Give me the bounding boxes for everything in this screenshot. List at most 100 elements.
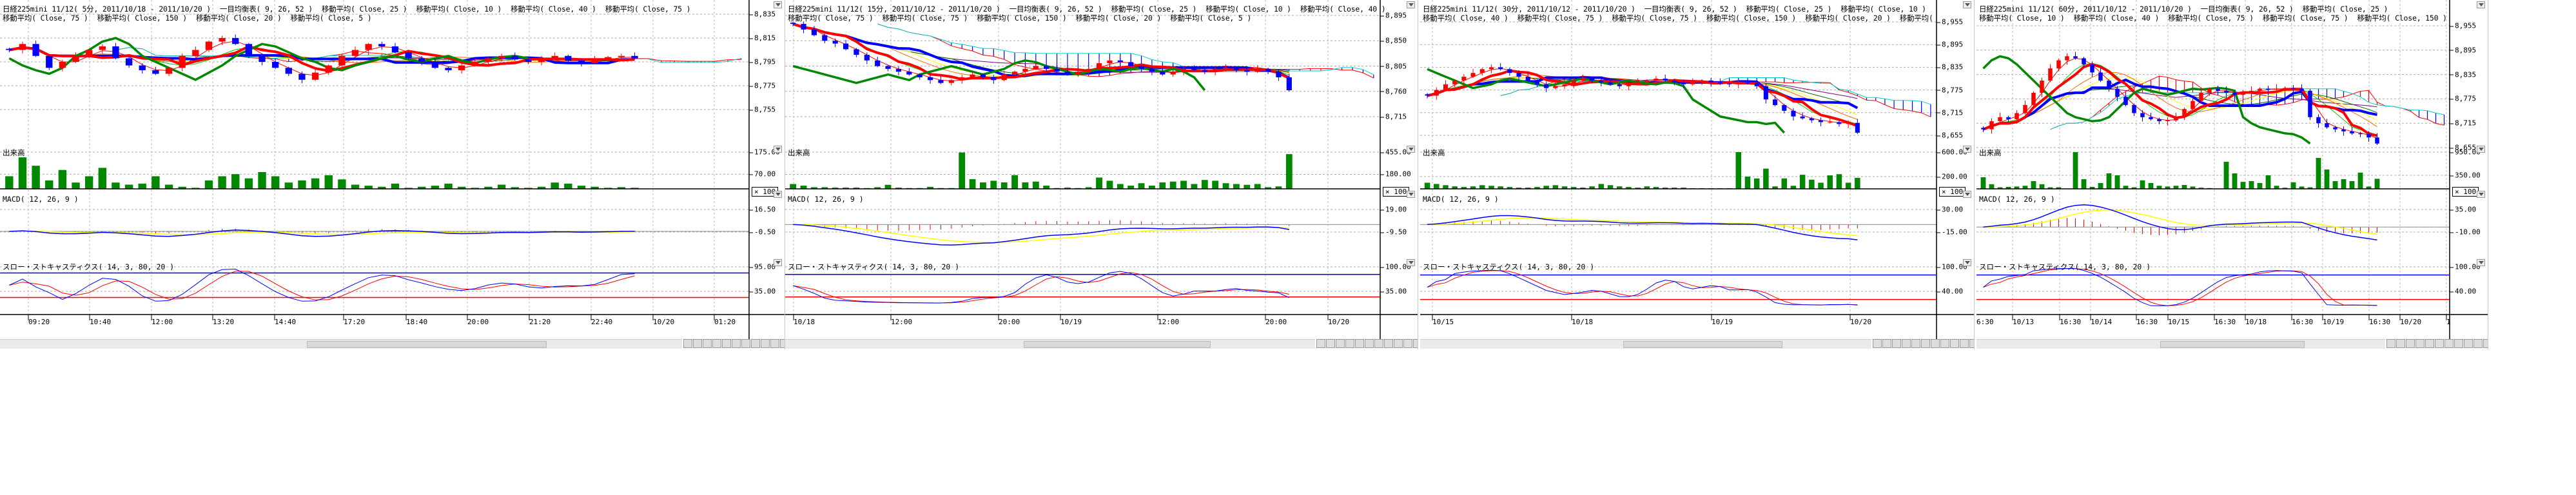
horizontal-scrollbar[interactable]	[1420, 339, 1871, 349]
toolbar-button[interactable]	[693, 339, 702, 348]
candle	[1425, 94, 1430, 96]
toolbar-button[interactable]	[761, 339, 770, 348]
chart-canvas[interactable]	[785, 0, 1418, 349]
scrollbar-thumb[interactable]	[307, 341, 547, 348]
toolbar-button[interactable]	[741, 339, 750, 348]
pane-menu-dropdown-icon[interactable]	[1963, 259, 1971, 266]
candle	[2266, 88, 2270, 90]
macd-pane-label: MACD( 12, 26, 9 )	[788, 195, 864, 204]
toolbar-button[interactable]	[2425, 339, 2434, 348]
macd-tick-label: -0.50	[749, 228, 776, 237]
toolbar-button[interactable]	[1902, 339, 1911, 348]
toolbar-button[interactable]	[2464, 339, 2473, 348]
toolbar-button[interactable]	[2444, 339, 2454, 348]
pane-menu-dropdown-icon[interactable]	[2477, 191, 2485, 198]
chart-canvas[interactable]	[0, 0, 785, 349]
volume-bar	[1180, 180, 1187, 189]
volume-bar	[2349, 181, 2355, 189]
candle	[152, 70, 159, 74]
toolbar-button[interactable]	[2435, 339, 2444, 348]
pane-menu-dropdown-icon[interactable]	[1407, 259, 1415, 266]
stoch-d-line	[1983, 268, 2377, 306]
pane-menu-dropdown-icon[interactable]	[2477, 1, 2485, 8]
toolbar-button[interactable]	[2474, 339, 2483, 348]
toolbar-button[interactable]	[1365, 339, 1374, 348]
candle	[1809, 118, 1814, 121]
pane-menu-dropdown-icon[interactable]	[2477, 259, 2485, 266]
pane-menu-dropdown-icon[interactable]	[1963, 191, 1971, 198]
toolbar-button[interactable]	[683, 339, 692, 348]
toolbar-button[interactable]	[1326, 339, 1335, 348]
candle	[1626, 84, 1631, 86]
candle	[205, 41, 213, 50]
toolbar-button[interactable]	[1394, 339, 1403, 348]
time-axis-label: 21:20	[529, 318, 551, 326]
toolbar-button[interactable]	[2415, 339, 2425, 348]
pane-menu-dropdown-icon[interactable]	[1407, 191, 1415, 198]
toolbar-button[interactable]	[1413, 339, 1418, 348]
pane-menu-dropdown-icon[interactable]	[774, 259, 782, 266]
scrollbar-thumb[interactable]	[2160, 341, 2305, 348]
pane-menu-dropdown-icon[interactable]	[2477, 146, 2485, 153]
stoch-pane-label: スロー・ストキャスティクス( 14, 3, 80, 20 )	[788, 262, 960, 271]
candle	[618, 55, 625, 57]
toolbar-button[interactable]	[1403, 339, 1412, 348]
toolbar-button[interactable]	[1892, 339, 1901, 348]
toolbar-button[interactable]	[1911, 339, 1920, 348]
toolbar-button[interactable]	[770, 339, 779, 348]
horizontal-scrollbar[interactable]	[0, 339, 682, 349]
toolbar-button[interactable]	[1969, 339, 1974, 348]
toolbar-button[interactable]	[1374, 339, 1383, 348]
toolbar-button[interactable]	[2406, 339, 2415, 348]
volume-bar	[1836, 174, 1842, 189]
toolbar-button[interactable]	[1940, 339, 1949, 348]
toolbar-button[interactable]	[2483, 339, 2488, 348]
toolbar-button[interactable]	[722, 339, 731, 348]
toolbar-button[interactable]	[1384, 339, 1393, 348]
volume-bar	[1233, 184, 1240, 189]
volume-bar	[551, 182, 559, 189]
volume-bar	[969, 179, 976, 189]
horizontal-scrollbar[interactable]	[785, 339, 1315, 349]
toolbar-button[interactable]	[1931, 339, 1940, 348]
toolbar-button[interactable]	[2386, 339, 2395, 348]
toolbar-button[interactable]	[751, 339, 760, 348]
toolbar-button[interactable]	[712, 339, 721, 348]
chart-canvas[interactable]	[1976, 0, 2488, 349]
toolbar-button[interactable]	[1950, 339, 1959, 348]
volume-bar	[2324, 170, 2330, 189]
candle	[1488, 67, 1494, 70]
pane-menu-dropdown-icon[interactable]	[1963, 1, 1971, 8]
toolbar-button[interactable]	[1921, 339, 1930, 348]
volume-bar	[1254, 184, 1261, 189]
toolbar-button[interactable]	[1355, 339, 1364, 348]
candle	[1223, 68, 1229, 69]
chart-canvas[interactable]	[1420, 0, 1975, 349]
pane-menu-dropdown-icon[interactable]	[1407, 146, 1415, 153]
toolbar-button[interactable]	[1336, 339, 1345, 348]
volume-bar	[58, 170, 67, 189]
candle	[245, 44, 253, 56]
toolbar-button[interactable]	[1345, 339, 1354, 348]
scrollbar-thumb[interactable]	[1623, 341, 1782, 348]
scrollbar-thumb[interactable]	[1023, 341, 1211, 348]
pane-menu-dropdown-icon[interactable]	[774, 146, 782, 153]
volume-bar	[800, 185, 807, 189]
candle	[1470, 73, 1476, 77]
toolbar-button[interactable]	[780, 339, 785, 348]
toolbar-button[interactable]	[703, 339, 712, 348]
toolbar-button[interactable]	[1873, 339, 1882, 348]
toolbar-button[interactable]	[732, 339, 741, 348]
toolbar-button[interactable]	[2396, 339, 2405, 348]
pane-menu-dropdown-icon[interactable]	[1963, 146, 1971, 153]
candle	[1745, 82, 1750, 84]
horizontal-scrollbar[interactable]	[1976, 339, 2385, 349]
toolbar-button[interactable]	[2454, 339, 2463, 348]
toolbar-button[interactable]	[1316, 339, 1325, 348]
toolbar-button[interactable]	[1960, 339, 1969, 348]
pane-menu-dropdown-icon[interactable]	[774, 191, 782, 198]
candle	[2325, 123, 2329, 128]
pane-menu-dropdown-icon[interactable]	[774, 1, 782, 8]
toolbar-button[interactable]	[1882, 339, 1891, 348]
pane-menu-dropdown-icon[interactable]	[1407, 1, 1415, 8]
